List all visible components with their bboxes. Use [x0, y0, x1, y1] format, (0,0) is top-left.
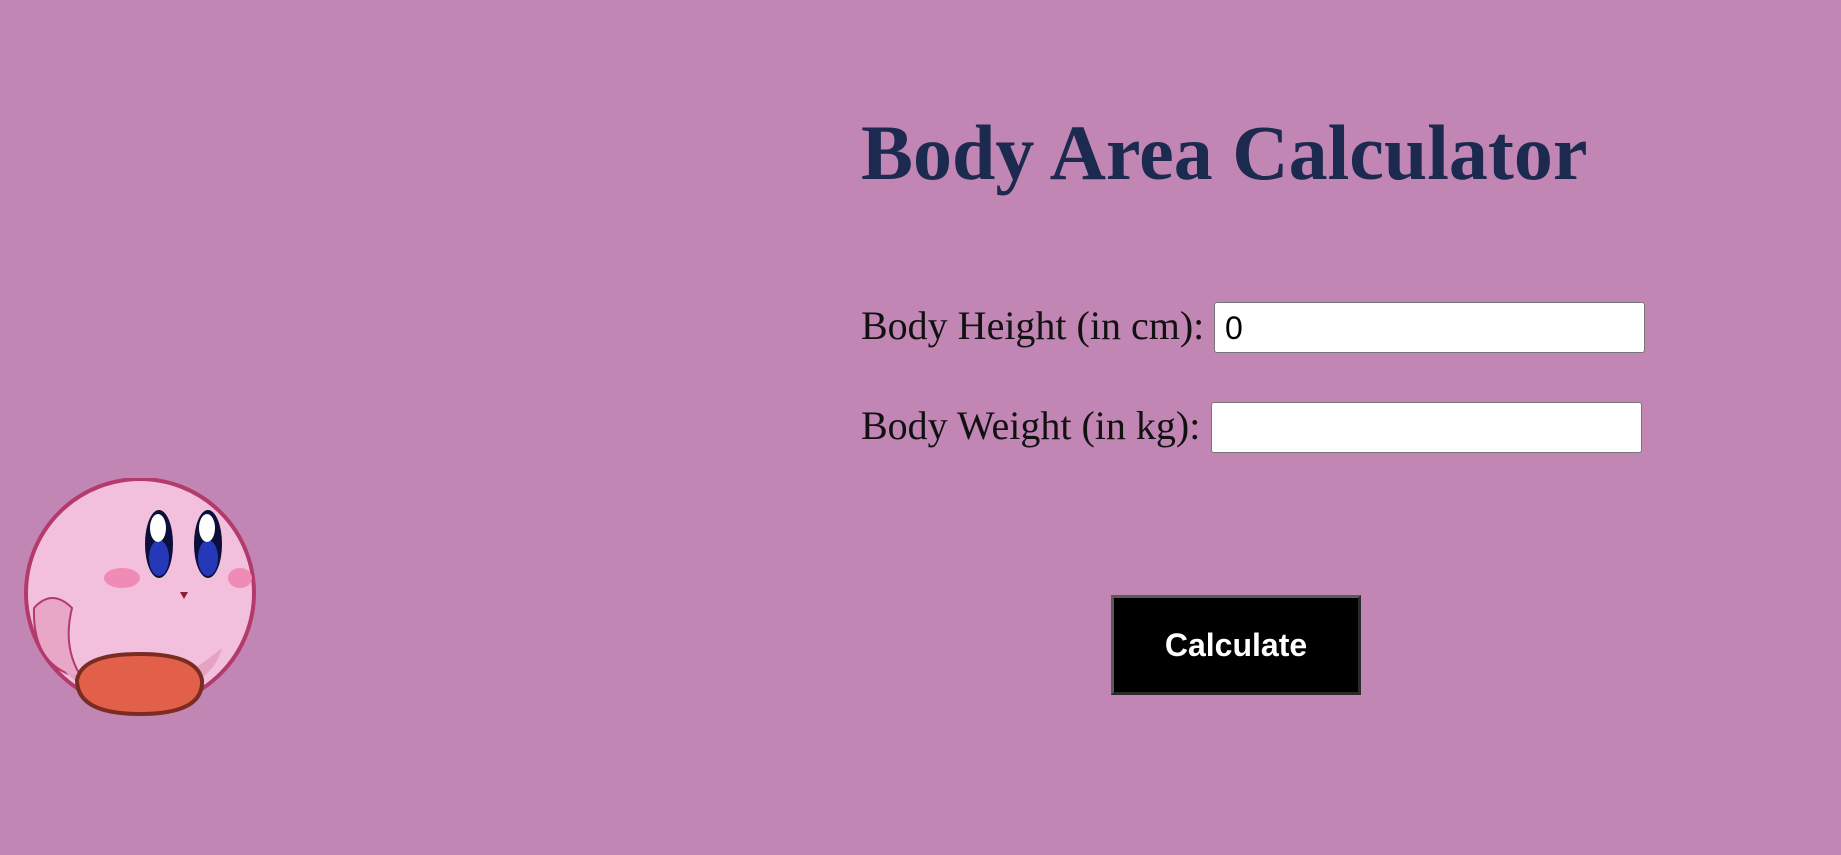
calculate-button[interactable]: Calculate: [1111, 595, 1361, 695]
body-height-label: Body Height (in cm):: [861, 303, 1205, 348]
body-weight-input[interactable]: [1211, 402, 1642, 453]
body-height-input[interactable]: [1214, 302, 1645, 353]
pink-puffball-character-icon: [22, 477, 258, 718]
page-title: Body Area Calculator: [861, 109, 1588, 196]
body-weight-label: Body Weight (in kg):: [861, 403, 1201, 448]
